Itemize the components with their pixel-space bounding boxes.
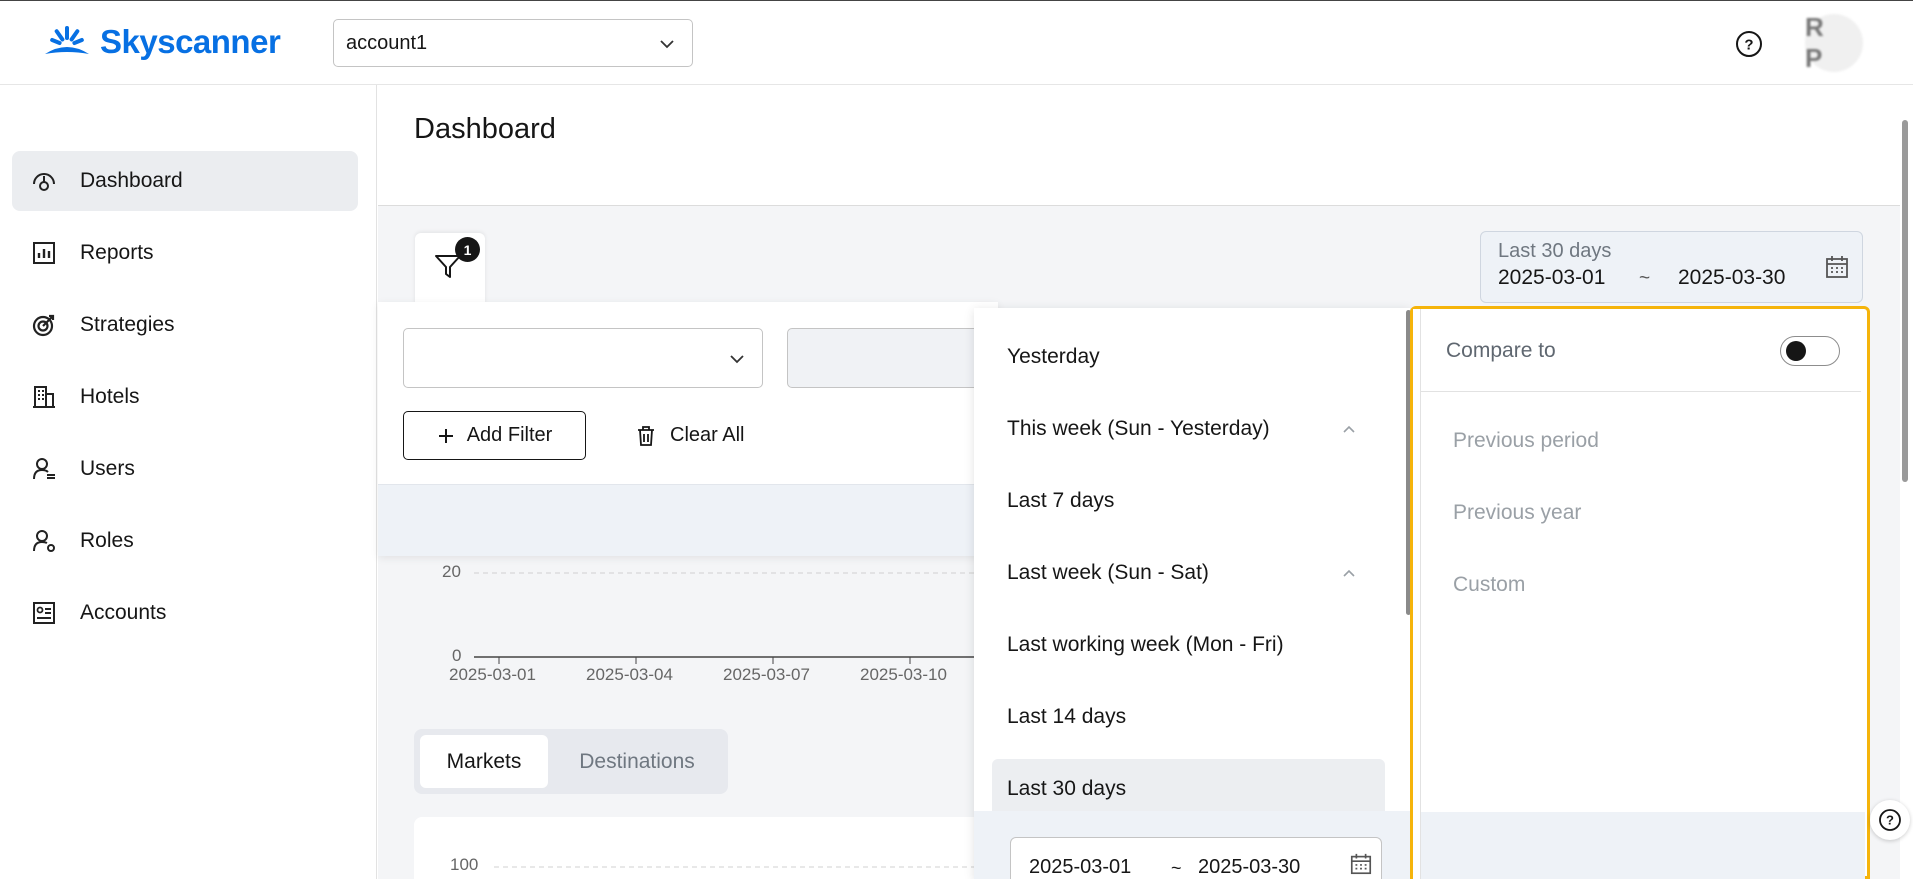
sidebar-item-label: Users: [80, 457, 135, 480]
x-tick-label: 2025-03-01: [449, 665, 536, 684]
y-tick-label: 100: [450, 855, 479, 874]
preset-last-30-days[interactable]: Last 30 days: [992, 759, 1385, 819]
custom-range-input[interactable]: 2025-03-01 ~ 2025-03-30: [1010, 837, 1382, 879]
sidebar-item-label: Roles: [80, 529, 134, 552]
date-range-end: 2025-03-30: [1678, 266, 1786, 289]
tab-destinations[interactable]: Destinations: [552, 735, 722, 788]
preset-label: Yesterday: [1007, 345, 1100, 368]
svg-text:?: ?: [1744, 37, 1753, 54]
preset-label: Last week (Sun - Sat): [1007, 561, 1209, 584]
calendar-icon: [1826, 256, 1848, 278]
filter-count-badge: 1: [455, 237, 480, 262]
markets-chart-card: 100: [414, 817, 1014, 879]
range-separator: ~: [1171, 858, 1182, 878]
clear-all-button[interactable]: Clear All: [636, 411, 744, 460]
preset-label: This week (Sun - Yesterday): [1007, 417, 1270, 440]
preset-this-week[interactable]: This week (Sun - Yesterday): [992, 401, 1385, 457]
chevron-down-icon: [660, 40, 674, 49]
chevron-up-icon[interactable]: [1341, 421, 1357, 437]
y-tick-label: 20: [442, 562, 461, 581]
toggle-knob: [1786, 341, 1806, 361]
preset-label: Last 14 days: [1007, 705, 1127, 728]
sidebar-item-accounts[interactable]: Accounts: [12, 583, 358, 643]
x-tick-label: 2025-03-07: [723, 665, 810, 684]
range-end: 2025-03-30: [1198, 856, 1301, 878]
skyscanner-logo[interactable]: Skyscanner: [42, 23, 281, 61]
date-presets-menu: Yesterday This week (Sun - Yesterday) La…: [974, 308, 1410, 879]
account-select[interactable]: account1: [333, 19, 693, 67]
compare-to-label: Compare to: [1446, 339, 1556, 362]
compare-option-previous-year[interactable]: Previous year: [1453, 501, 1581, 525]
preset-label: Last working week (Mon - Fri): [1007, 633, 1284, 656]
breakdown-tabs: Markets Destinations: [414, 729, 728, 794]
preset-last-14-days[interactable]: Last 14 days: [992, 689, 1385, 745]
preset-label: Last 7 days: [1007, 489, 1115, 512]
sidebar: Dashboard Reports Strategies Hotels User…: [0, 85, 377, 879]
sidebar-item-label: Hotels: [80, 385, 140, 408]
compare-panel-footer: [1421, 812, 1865, 879]
y-tick-label: 0: [452, 646, 462, 665]
chart-grid: [494, 866, 1014, 868]
date-range-start: 2025-03-01: [1498, 266, 1606, 289]
sidebar-item-dashboard[interactable]: Dashboard: [12, 151, 358, 211]
chevron-down-icon: [730, 355, 744, 364]
strategies-icon: [30, 311, 58, 339]
compare-option-custom[interactable]: Custom: [1453, 573, 1525, 597]
compare-option-previous-period[interactable]: Previous period: [1453, 429, 1599, 453]
avatar-initials: R P: [1805, 12, 1830, 73]
trash-icon: [638, 425, 654, 446]
divider: [1421, 391, 1861, 392]
sidebar-item-label: Accounts: [80, 601, 167, 624]
top-bar: Skyscanner account1 ? R P: [0, 0, 1913, 85]
date-range-label: Last 30 days: [1498, 240, 1612, 262]
x-tick-label: 2025-03-04: [586, 665, 673, 684]
compare-panel-edge: [1413, 309, 1421, 879]
tab-markets[interactable]: Markets: [420, 735, 548, 788]
account-select-value: account1: [346, 31, 428, 54]
reports-icon: [30, 239, 58, 267]
date-range-separator: ~: [1639, 268, 1651, 289]
add-filter-button[interactable]: Add Filter: [403, 411, 586, 460]
sidebar-item-label: Strategies: [80, 313, 175, 336]
calendar-icon: [1350, 853, 1372, 875]
sidebar-item-roles[interactable]: Roles: [12, 511, 358, 571]
preset-last-week[interactable]: Last week (Sun - Sat): [992, 545, 1385, 601]
x-tick-label: 2025-03-10: [860, 665, 947, 684]
preset-yesterday[interactable]: Yesterday: [992, 329, 1385, 385]
hotels-icon: [30, 383, 58, 411]
compare-panel: Compare to Previous period Previous year…: [1410, 306, 1870, 879]
avatar[interactable]: R P: [1805, 12, 1863, 73]
roles-icon: [30, 527, 58, 555]
date-range-picker[interactable]: Last 30 days 2025-03-01 ~ 2025-03-30: [1480, 231, 1863, 303]
brand-name: Skyscanner: [100, 23, 281, 60]
add-filter-label: Add Filter: [466, 424, 553, 446]
svg-text:?: ?: [1886, 813, 1894, 828]
sunrise-logo-icon: [45, 26, 89, 54]
filter-panel-footer: [378, 484, 998, 556]
sidebar-item-reports[interactable]: Reports: [12, 223, 358, 283]
sidebar-item-strategies[interactable]: Strategies: [12, 295, 358, 355]
help-button[interactable]: ?: [1870, 800, 1910, 840]
page-scrollbar[interactable]: [1902, 120, 1908, 482]
help-icon: ?: [1879, 809, 1901, 831]
page-title: Dashboard: [414, 113, 556, 145]
sidebar-item-label: Dashboard: [80, 169, 183, 192]
filter-field-select[interactable]: [403, 328, 763, 388]
sidebar-item-users[interactable]: Users: [12, 439, 358, 499]
help-icon[interactable]: ?: [1735, 30, 1763, 58]
sidebar-item-label: Reports: [80, 241, 154, 264]
users-icon: [30, 455, 58, 483]
compare-toggle[interactable]: [1780, 336, 1840, 366]
clear-all-label: Clear All: [670, 424, 745, 446]
plus-icon: [438, 428, 453, 443]
accounts-icon: [30, 599, 58, 627]
sidebar-item-hotels[interactable]: Hotels: [12, 367, 358, 427]
preset-label: Last 30 days: [1007, 777, 1127, 800]
dashboard-icon: [30, 167, 58, 195]
range-start: 2025-03-01: [1029, 856, 1132, 878]
chevron-up-icon[interactable]: [1341, 565, 1357, 581]
preset-last-working-week[interactable]: Last working week (Mon - Fri): [992, 617, 1385, 673]
daily-chart: 20 0 2025-03-01 2025-03-04 2025-03-07 20…: [378, 556, 978, 706]
preset-last-7-days[interactable]: Last 7 days: [992, 473, 1385, 529]
